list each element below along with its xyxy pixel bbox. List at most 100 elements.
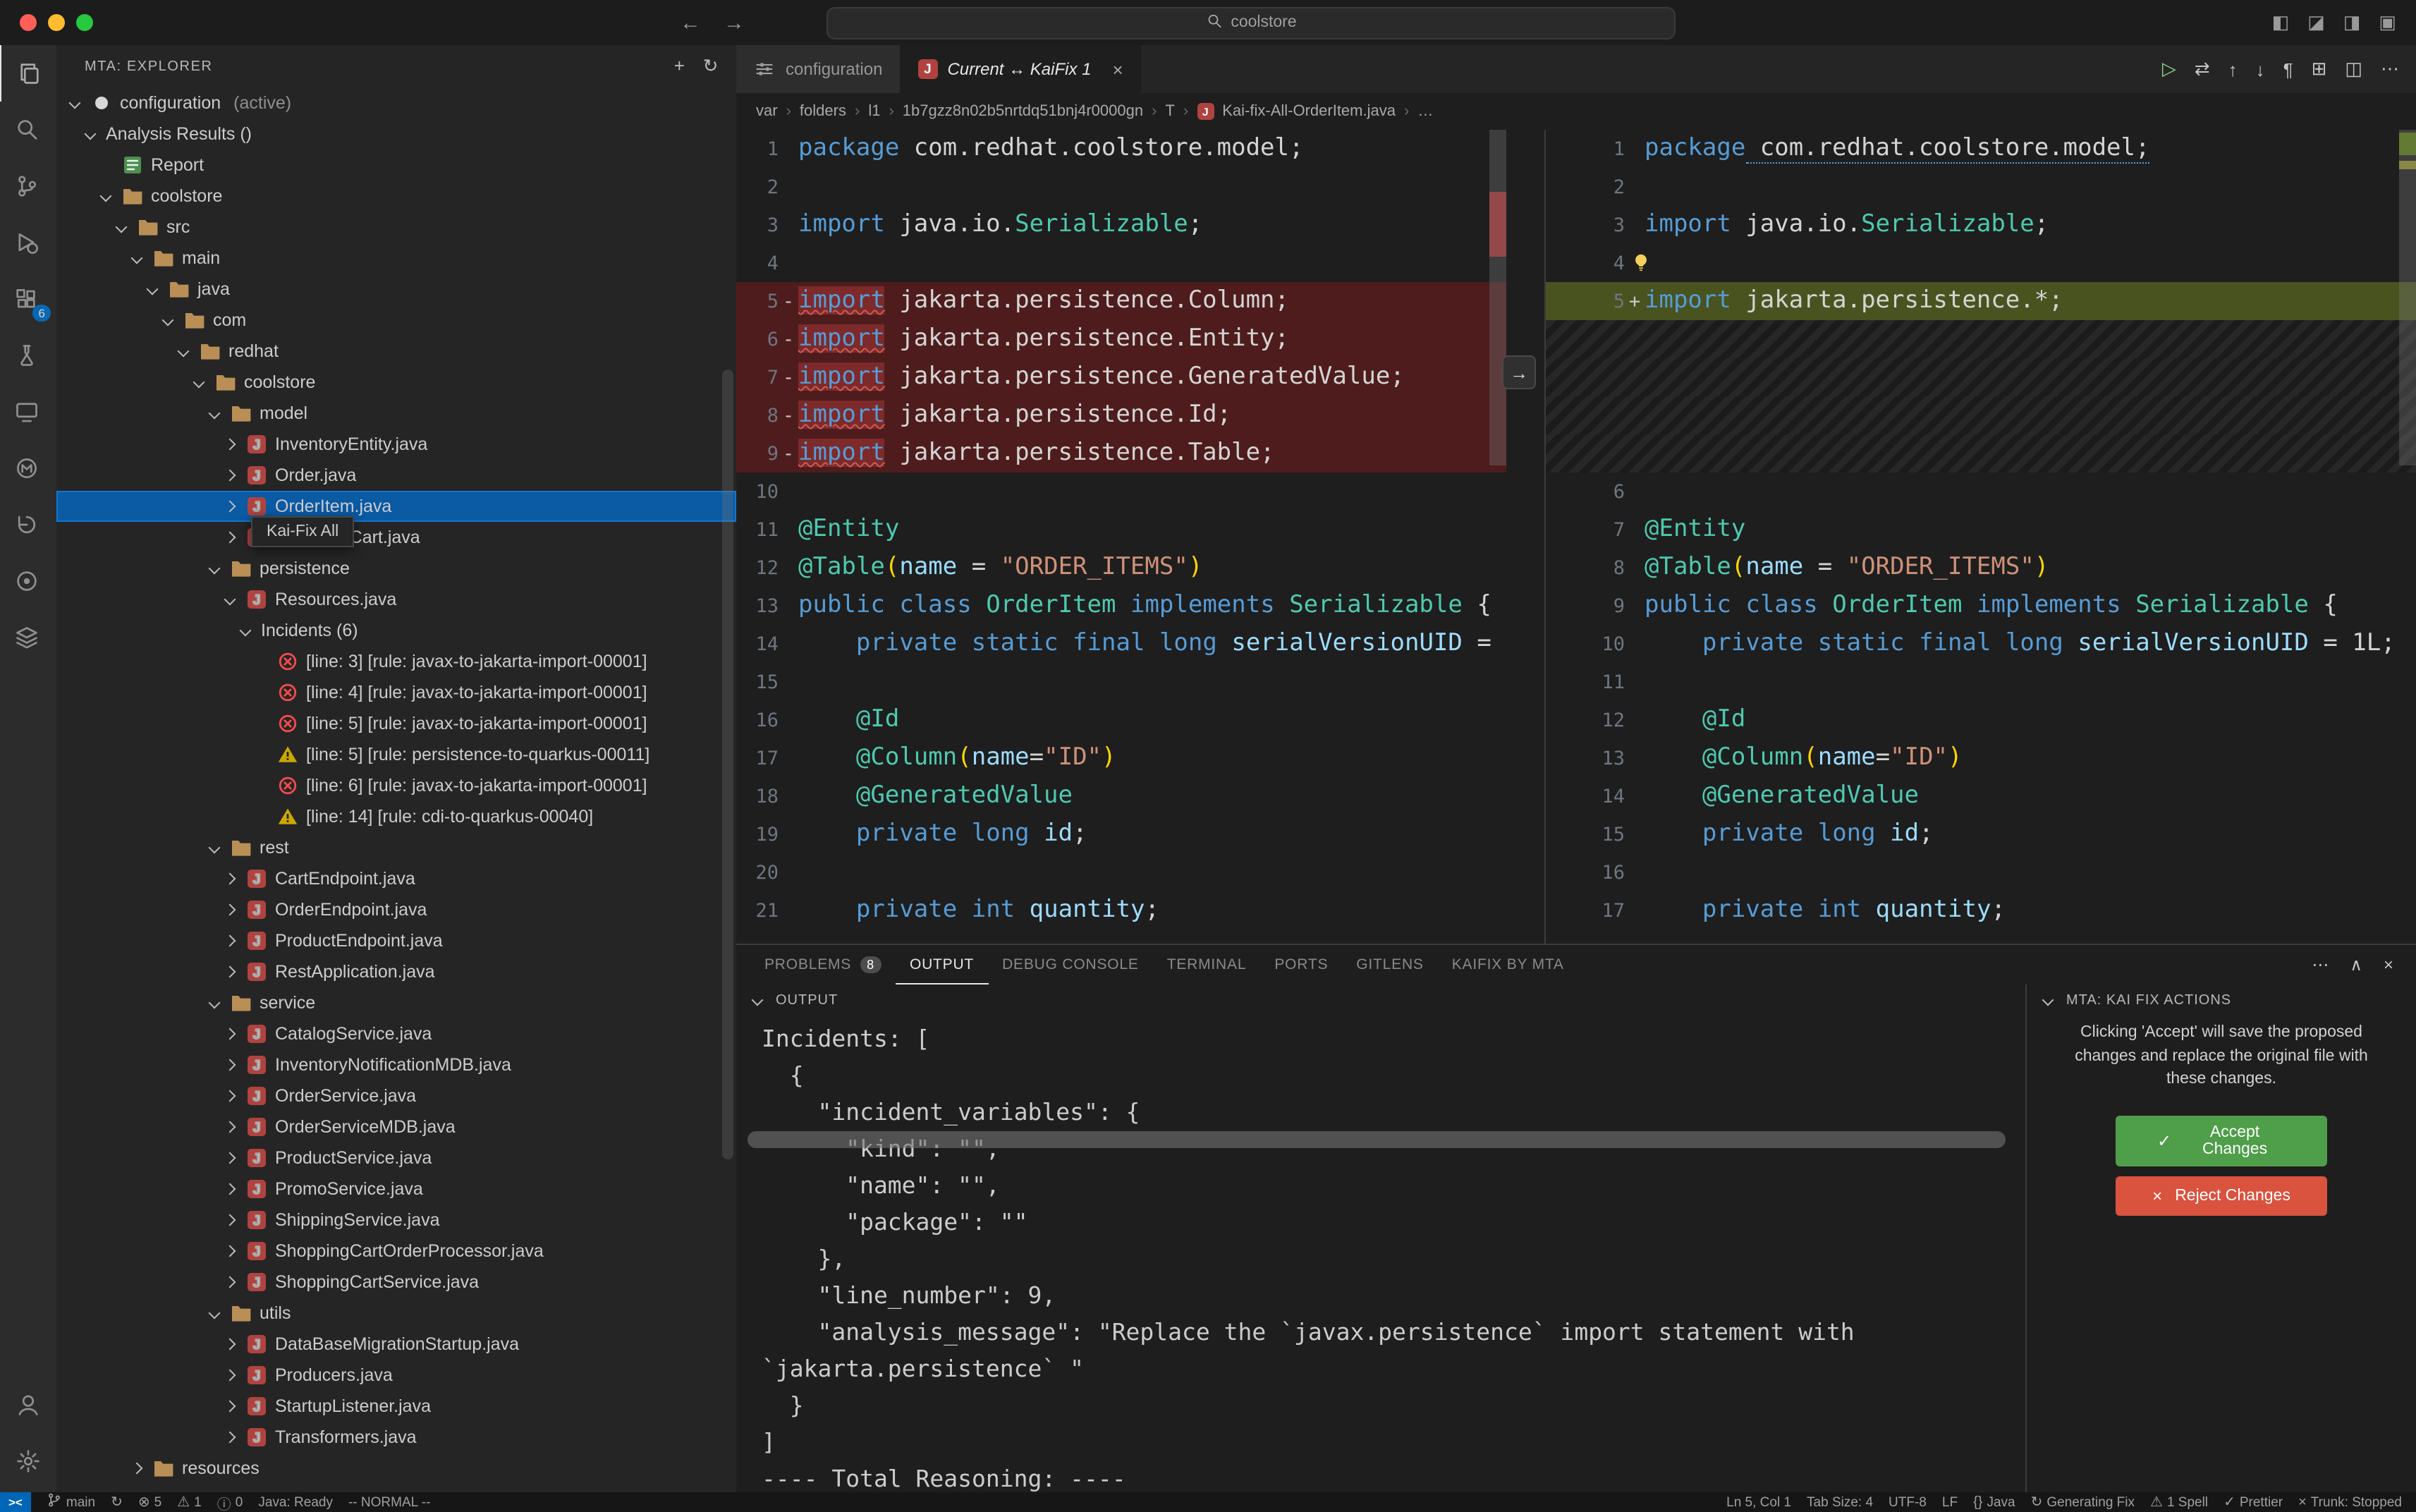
prettier[interactable]: ✓ Prettier bbox=[2223, 1494, 2283, 1510]
activity-settings-icon[interactable] bbox=[0, 1433, 56, 1489]
toggle-secondary-sidebar-icon[interactable]: ◨ bbox=[2343, 11, 2361, 34]
more-actions-icon[interactable]: ⋯ bbox=[2381, 58, 2399, 80]
indentation[interactable]: Tab Size: 4 bbox=[1807, 1494, 1873, 1510]
word-wrap-icon[interactable]: ⊞ bbox=[2312, 58, 2327, 80]
tree-item[interactable]: J PromoService.java bbox=[56, 1173, 736, 1205]
encoding[interactable]: UTF-8 bbox=[1889, 1494, 1927, 1510]
tree-item[interactable]: J InventoryEntity.java bbox=[56, 429, 736, 460]
minimize-window-button[interactable] bbox=[48, 14, 65, 31]
tree-item[interactable]: J ProductEndpoint.java bbox=[56, 925, 736, 956]
activity-history-icon[interactable] bbox=[0, 496, 55, 553]
breadcrumb-item[interactable]: T bbox=[1165, 103, 1174, 120]
tree-item[interactable]: src bbox=[56, 212, 736, 243]
tree-item[interactable]: [line: 6] [rule: javax-to-jakarta-import… bbox=[56, 770, 736, 801]
panel-tab-kaifix-by-mta[interactable]: KAIFIX BY MTA bbox=[1438, 945, 1578, 984]
git-branch[interactable]: main bbox=[47, 1492, 95, 1512]
accept-changes-button[interactable]: ✓ Accept Changes bbox=[2116, 1116, 2327, 1167]
tree-item[interactable]: J Producers.java bbox=[56, 1360, 736, 1391]
tree-item[interactable]: java bbox=[56, 274, 736, 305]
tree-item[interactable]: Analysis Results () bbox=[56, 118, 736, 150]
tree-item[interactable]: J StartupListener.java bbox=[56, 1391, 736, 1422]
close-window-button[interactable] bbox=[20, 14, 37, 31]
tree-item[interactable]: utils bbox=[56, 1298, 736, 1329]
toggle-primary-sidebar-icon[interactable]: ◧ bbox=[2272, 11, 2290, 34]
tree-item[interactable]: configuration (active) bbox=[56, 87, 736, 118]
panel-tab-ports[interactable]: PORTS bbox=[1260, 945, 1342, 984]
tree-item[interactable]: J RestApplication.java bbox=[56, 956, 736, 987]
tree-item[interactable]: J ShoppingCartService.java bbox=[56, 1267, 736, 1298]
go-forward-icon[interactable]: → bbox=[724, 11, 745, 35]
breadcrumb-item[interactable]: 1b7gzz8n02b5nrtdq51bnj4r0000gn bbox=[903, 103, 1143, 120]
tree-item[interactable]: [line: 14] [rule: cdi-to-quarkus-00040] bbox=[56, 801, 736, 832]
panel-tab-terminal[interactable]: TERMINAL bbox=[1153, 945, 1261, 984]
activity-extensions-icon[interactable]: 6 bbox=[0, 271, 55, 327]
tree-item[interactable]: J ShoppingCartOrderProcessor.java bbox=[56, 1236, 736, 1267]
reject-changes-button[interactable]: × Reject Changes bbox=[2116, 1176, 2327, 1217]
tree-item[interactable]: J ShippingService.java bbox=[56, 1205, 736, 1236]
next-change-icon[interactable]: ↓ bbox=[2256, 59, 2265, 80]
panel-tab-gitlens[interactable]: GITLENS bbox=[1342, 945, 1437, 984]
tree-item[interactable]: persistence bbox=[56, 553, 736, 584]
tree-item[interactable]: [line: 5] [rule: javax-to-jakarta-import… bbox=[56, 708, 736, 739]
activity-mta-icon[interactable] bbox=[0, 440, 55, 496]
tree-item[interactable]: model bbox=[56, 398, 736, 429]
activity-run-debug-icon[interactable] bbox=[0, 214, 55, 271]
trunk[interactable]: × Trunk: Stopped bbox=[2298, 1494, 2402, 1510]
close-panel-icon[interactable]: × bbox=[2384, 955, 2393, 975]
tree-item[interactable]: J Resources.java bbox=[56, 584, 736, 615]
kai-status[interactable]: ↻ Generating Fix bbox=[2031, 1494, 2135, 1510]
breadcrumb-item[interactable]: var bbox=[756, 103, 778, 120]
render-whitespace-icon[interactable]: ¶ bbox=[2283, 59, 2293, 80]
breadcrumb-item[interactable]: l1 bbox=[868, 103, 880, 120]
breadcrumb-item[interactable]: … bbox=[1417, 103, 1433, 120]
tree-item[interactable]: J ProductService.java bbox=[56, 1142, 736, 1173]
tree-item[interactable]: J CatalogService.java bbox=[56, 1018, 736, 1049]
refresh-icon[interactable]: ↻ bbox=[703, 55, 719, 78]
tree-item[interactable]: main bbox=[56, 243, 736, 274]
activity-source-control-icon[interactable] bbox=[0, 158, 55, 214]
tree-item[interactable]: redhat bbox=[56, 336, 736, 367]
split-editor-icon[interactable]: ◫ bbox=[2345, 58, 2362, 80]
language-mode[interactable]: {} Java bbox=[1973, 1494, 2015, 1510]
sync-changes[interactable]: ↻ bbox=[111, 1494, 123, 1510]
tree-item[interactable]: coolstore bbox=[56, 181, 736, 212]
lightbulb-icon[interactable] bbox=[1630, 252, 1652, 274]
activity-search-icon[interactable] bbox=[0, 102, 55, 158]
activity-explorer-icon[interactable] bbox=[0, 45, 58, 102]
tree-item[interactable]: Incidents (6) bbox=[56, 615, 736, 646]
infos[interactable]: ⓘ 0 bbox=[217, 1492, 243, 1512]
panel-tab-output[interactable]: OUTPUT bbox=[896, 945, 988, 984]
close-tab-icon[interactable]: × bbox=[1113, 59, 1123, 80]
eol[interactable]: LF bbox=[1942, 1494, 1958, 1510]
right-scrollbar[interactable] bbox=[2399, 130, 2416, 465]
tab-current-kaifix-diff[interactable]: J Current ↔ KaiFix 1 × bbox=[901, 45, 1142, 93]
tree-item[interactable]: J InventoryNotificationMDB.java bbox=[56, 1049, 736, 1080]
diff-original-pane[interactable]: 1 package com.redhat.coolstore.model; 2 3 im… bbox=[736, 130, 1506, 944]
tree-item[interactable]: com bbox=[56, 305, 736, 336]
tree-item[interactable]: J OrderService.java bbox=[56, 1080, 736, 1111]
compare-swap-icon[interactable]: ⇄ bbox=[2195, 58, 2210, 80]
java-status[interactable]: Java: Ready bbox=[258, 1494, 333, 1510]
tree-item[interactable]: J Order.java bbox=[56, 460, 736, 491]
tree-item[interactable]: J CartEndpoint.java bbox=[56, 863, 736, 894]
more-actions-icon[interactable]: ⋯ bbox=[2312, 955, 2329, 975]
vim-mode[interactable]: -- NORMAL -- bbox=[348, 1494, 430, 1510]
command-center-search[interactable]: coolstore bbox=[826, 6, 1676, 39]
tree-item[interactable]: coolstore bbox=[56, 367, 736, 398]
maximize-window-button[interactable] bbox=[76, 14, 93, 31]
tree-item[interactable]: service bbox=[56, 987, 736, 1018]
tree-item[interactable]: J OrderEndpoint.java bbox=[56, 894, 736, 925]
customize-layout-icon[interactable]: ▣ bbox=[2379, 11, 2396, 34]
tree-item[interactable]: J OrderServiceMDB.java bbox=[56, 1111, 736, 1142]
tree-item[interactable]: JShoppingCart.java bbox=[56, 522, 736, 553]
warnings[interactable]: ⚠ 1 bbox=[177, 1494, 202, 1510]
tree-item[interactable]: J DataBaseMigrationStartup.java bbox=[56, 1329, 736, 1360]
breadcrumb-item[interactable]: folders bbox=[800, 103, 846, 120]
diff-modified-pane[interactable]: 1 package com.redhat.coolstore.model; 2 3 im… bbox=[1544, 130, 2416, 944]
breadcrumb-item[interactable]: Kai-fix-All-OrderItem.java bbox=[1222, 103, 1396, 120]
maximize-panel-icon[interactable]: ∧ bbox=[2350, 955, 2362, 975]
activity-testing-icon[interactable] bbox=[0, 327, 55, 384]
tab-configuration[interactable]: configuration bbox=[736, 45, 901, 93]
panel-tab-debug-console[interactable]: DEBUG CONSOLE bbox=[988, 945, 1153, 984]
remote-indicator-icon[interactable]: >< bbox=[0, 1492, 31, 1512]
